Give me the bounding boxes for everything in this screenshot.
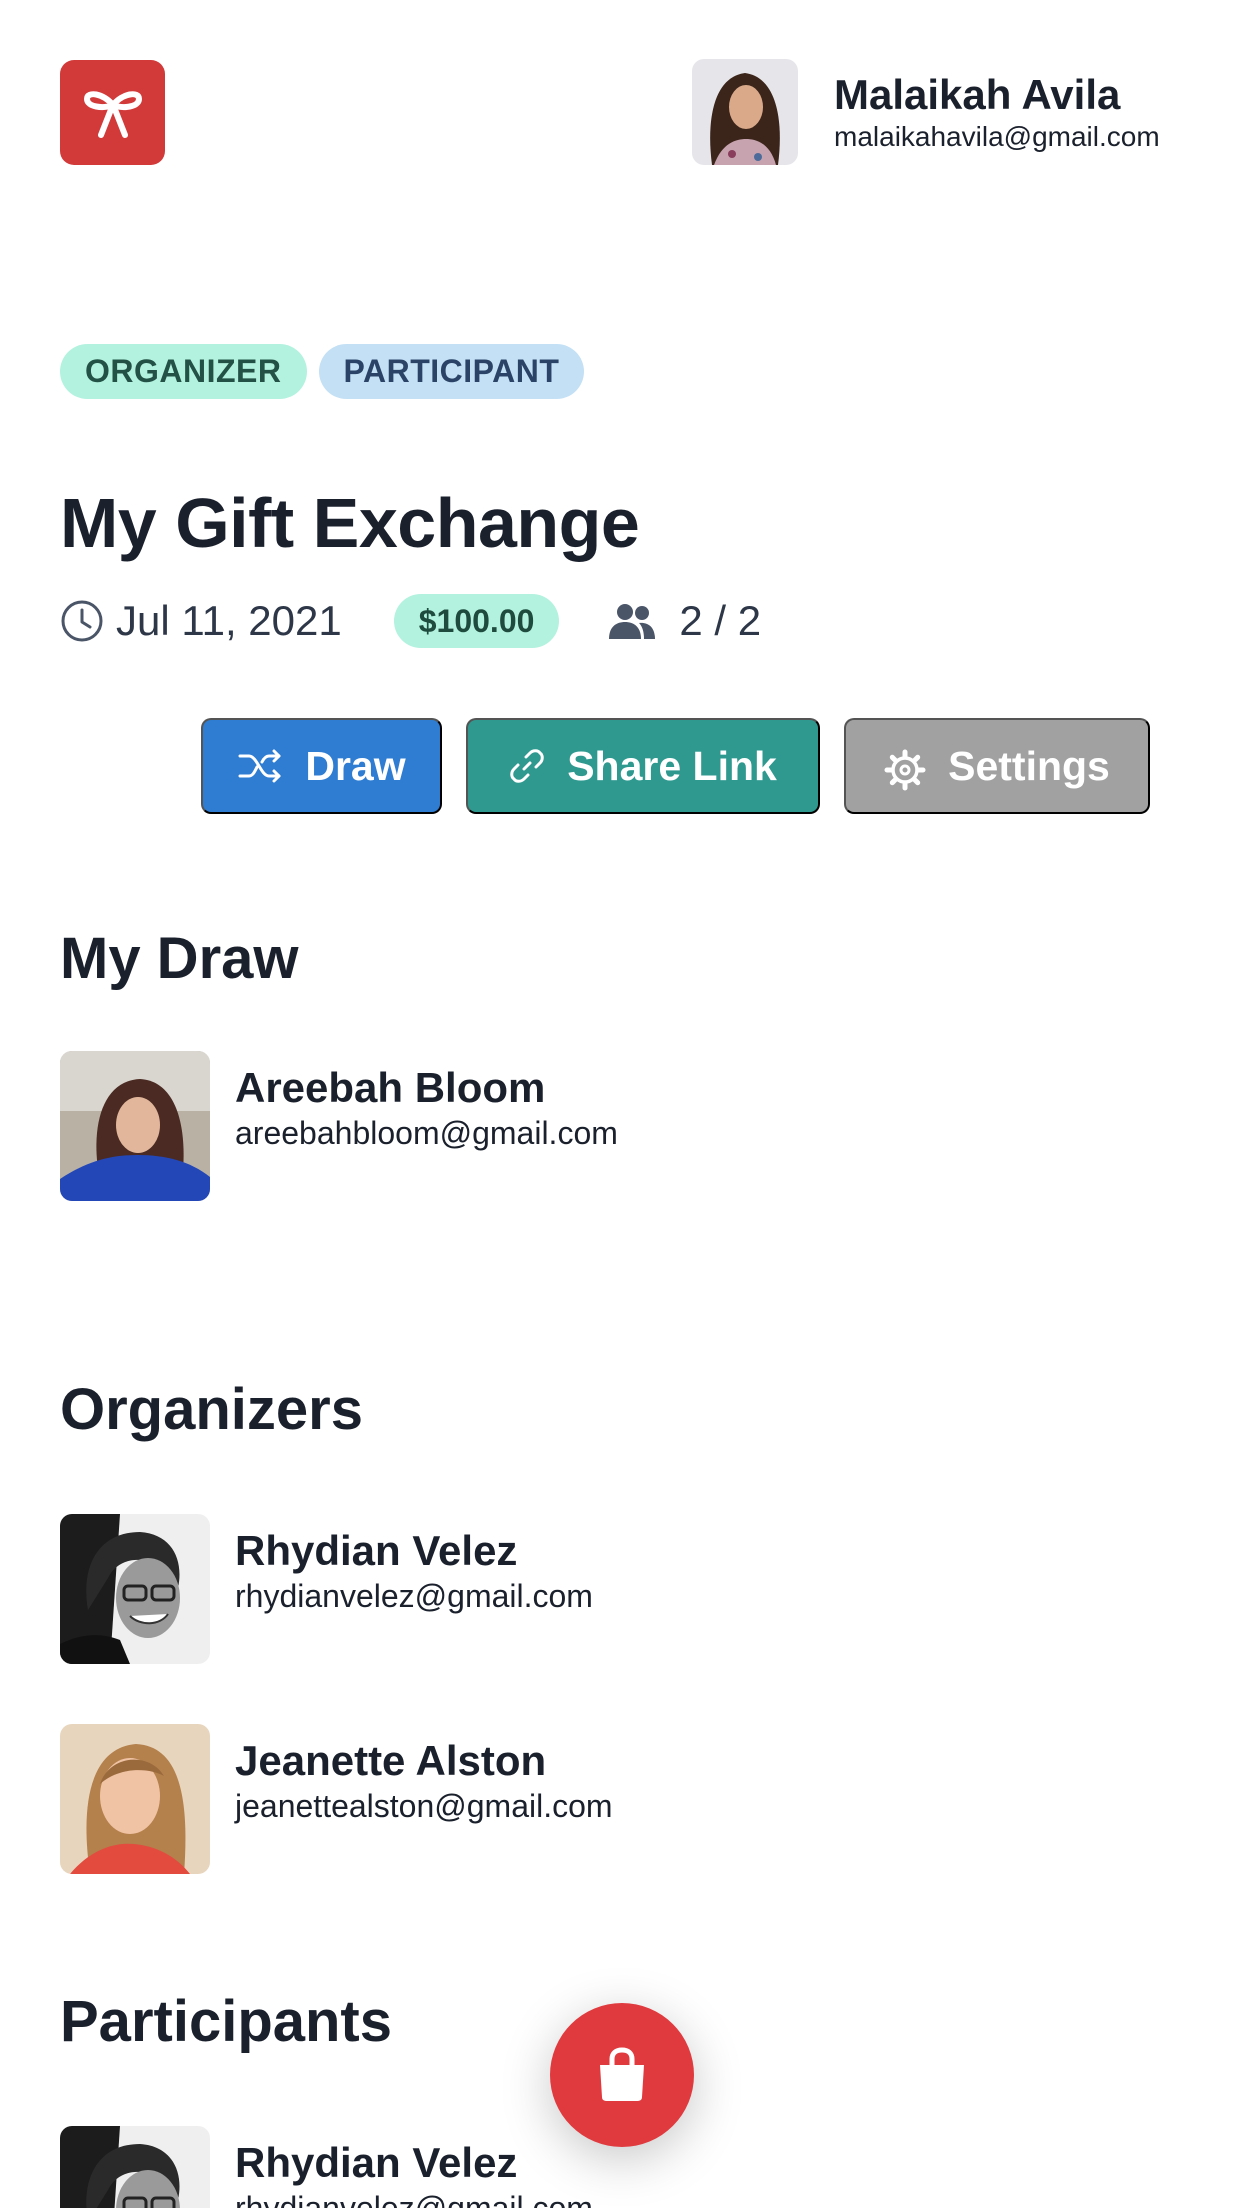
organizers-heading: Organizers [60, 1377, 363, 1442]
share-link-label: Share Link [567, 742, 777, 789]
current-user-name: Malaikah Avila [834, 71, 1121, 118]
users-icon [609, 604, 656, 639]
participant-badge: PARTICIPANT [318, 344, 585, 399]
avatar [60, 1051, 210, 1201]
app-logo[interactable] [60, 60, 165, 165]
my-draw-heading: My Draw [60, 926, 299, 991]
action-bar: Draw Share Link Settings [201, 718, 1150, 814]
participants-heading: Participants [60, 1989, 392, 2054]
participant-count: 2 / 2 [607, 597, 761, 645]
person-name: Rhydian Velez [235, 1527, 518, 1574]
settings-button-label: Settings [948, 742, 1110, 789]
bow-icon [83, 90, 142, 138]
gear-icon [884, 749, 926, 791]
exchange-meta: Jul 11, 2021 $100.00 2 / 2 [60, 592, 761, 650]
current-user[interactable]: Malaikah Avila malaikahavila@gmail.com [692, 59, 1160, 165]
person-info: Areebah Bloom areebahbloom@gmail.com [235, 1051, 618, 1201]
participant-item[interactable]: Rhydian Velez rhydianvelez@gmail.com [60, 2126, 593, 2208]
person-name: Jeanette Alston [235, 1737, 547, 1784]
gift-exchange-page: Malaikah Avila malaikahavila@gmail.com O… [0, 0, 1242, 2208]
exchange-date-text: Jul 11, 2021 [116, 597, 342, 644]
organizer-item[interactable]: Jeanette Alston jeanettealston@gmail.com [60, 1724, 613, 1874]
avatar [60, 1724, 210, 1874]
person-name: Areebah Bloom [235, 1064, 546, 1111]
page-title: My Gift Exchange [60, 484, 640, 562]
person-email: rhydianvelez@gmail.com [235, 2190, 593, 2208]
budget-badge: $100.00 [393, 594, 560, 648]
avatar[interactable] [692, 59, 798, 165]
exchange-date: Jul 11, 2021 [60, 597, 342, 645]
current-user-info: Malaikah Avila malaikahavila@gmail.com [834, 70, 1160, 154]
current-user-email: malaikahavila@gmail.com [834, 121, 1160, 152]
draw-button[interactable]: Draw [201, 718, 442, 814]
participant-count-text: 2 / 2 [679, 597, 762, 644]
person-info: Rhydian Velez rhydianvelez@gmail.com [235, 2126, 593, 2208]
avatar [60, 1514, 210, 1664]
role-badges: ORGANIZER PARTICIPANT [60, 344, 585, 399]
person-info: Rhydian Velez rhydianvelez@gmail.com [235, 1514, 593, 1664]
person-email: rhydianvelez@gmail.com [235, 1578, 593, 1614]
share-link-button[interactable]: Share Link [466, 718, 820, 814]
my-draw-person[interactable]: Areebah Bloom areebahbloom@gmail.com [60, 1051, 618, 1201]
link-icon [510, 749, 544, 783]
person-email: jeanettealston@gmail.com [235, 1788, 613, 1824]
organizer-badge: ORGANIZER [60, 344, 307, 399]
avatar [60, 2126, 210, 2208]
shuffle-icon [238, 749, 281, 783]
draw-button-label: Draw [305, 742, 406, 789]
person-email: areebahbloom@gmail.com [235, 1115, 618, 1151]
person-name: Rhydian Velez [235, 2139, 518, 2186]
shop-fab-button[interactable] [550, 2003, 694, 2147]
person-info: Jeanette Alston jeanettealston@gmail.com [235, 1724, 613, 1874]
clock-icon [61, 600, 103, 642]
settings-button[interactable]: Settings [844, 718, 1150, 814]
organizer-item[interactable]: Rhydian Velez rhydianvelez@gmail.com [60, 1514, 593, 1664]
shopping-bag-icon [600, 2047, 644, 2101]
